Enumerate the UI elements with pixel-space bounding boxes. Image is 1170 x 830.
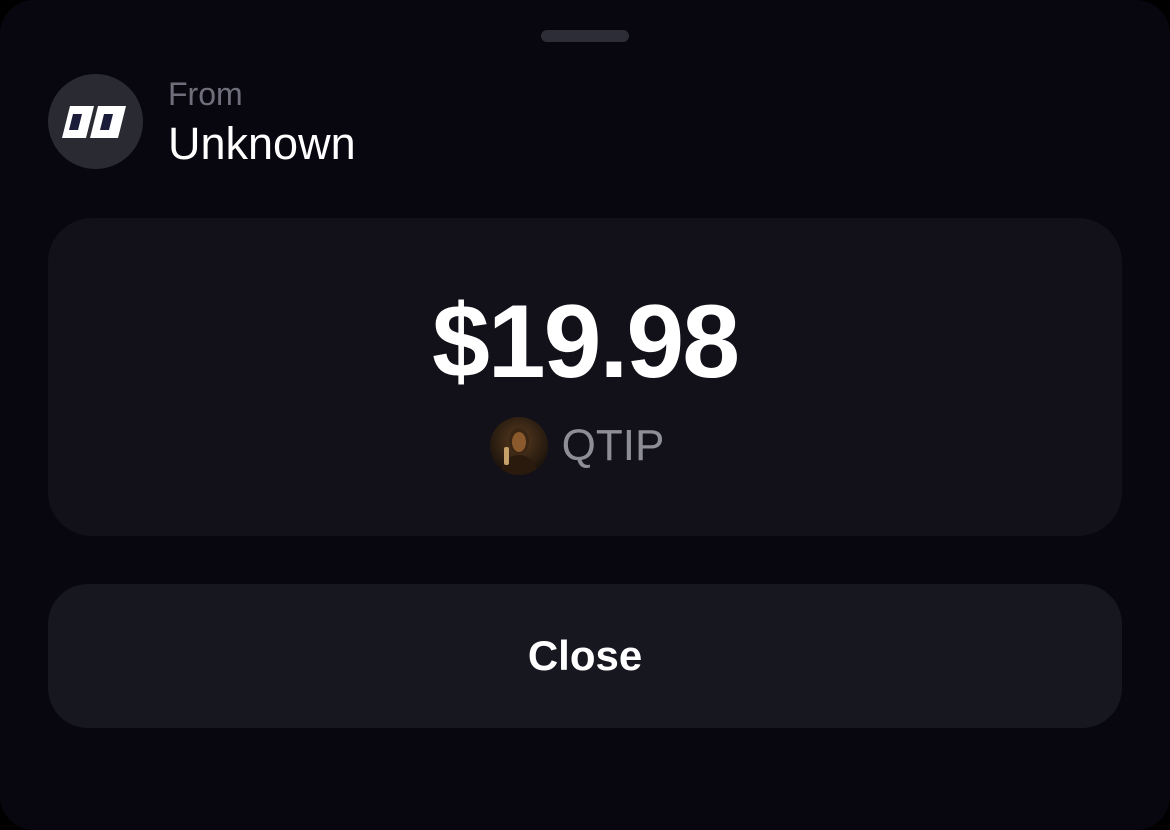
sender-avatar	[48, 74, 143, 169]
sheet-drag-handle[interactable]	[541, 30, 629, 42]
sender-name: Unknown	[168, 118, 356, 169]
app-logo-icon	[61, 105, 126, 138]
token-avatar-icon	[489, 417, 548, 475]
transfer-amount: $19.98	[431, 284, 740, 400]
bottom-sheet: From Unknown $19.98 QTIP Close	[0, 0, 1170, 830]
token-symbol: QTIP	[561, 421, 665, 470]
token-row: QTIP	[0, 416, 1170, 476]
from-label: From	[168, 76, 243, 112]
close-button-label: Close	[527, 632, 643, 679]
close-button[interactable]: Close	[48, 584, 1122, 728]
